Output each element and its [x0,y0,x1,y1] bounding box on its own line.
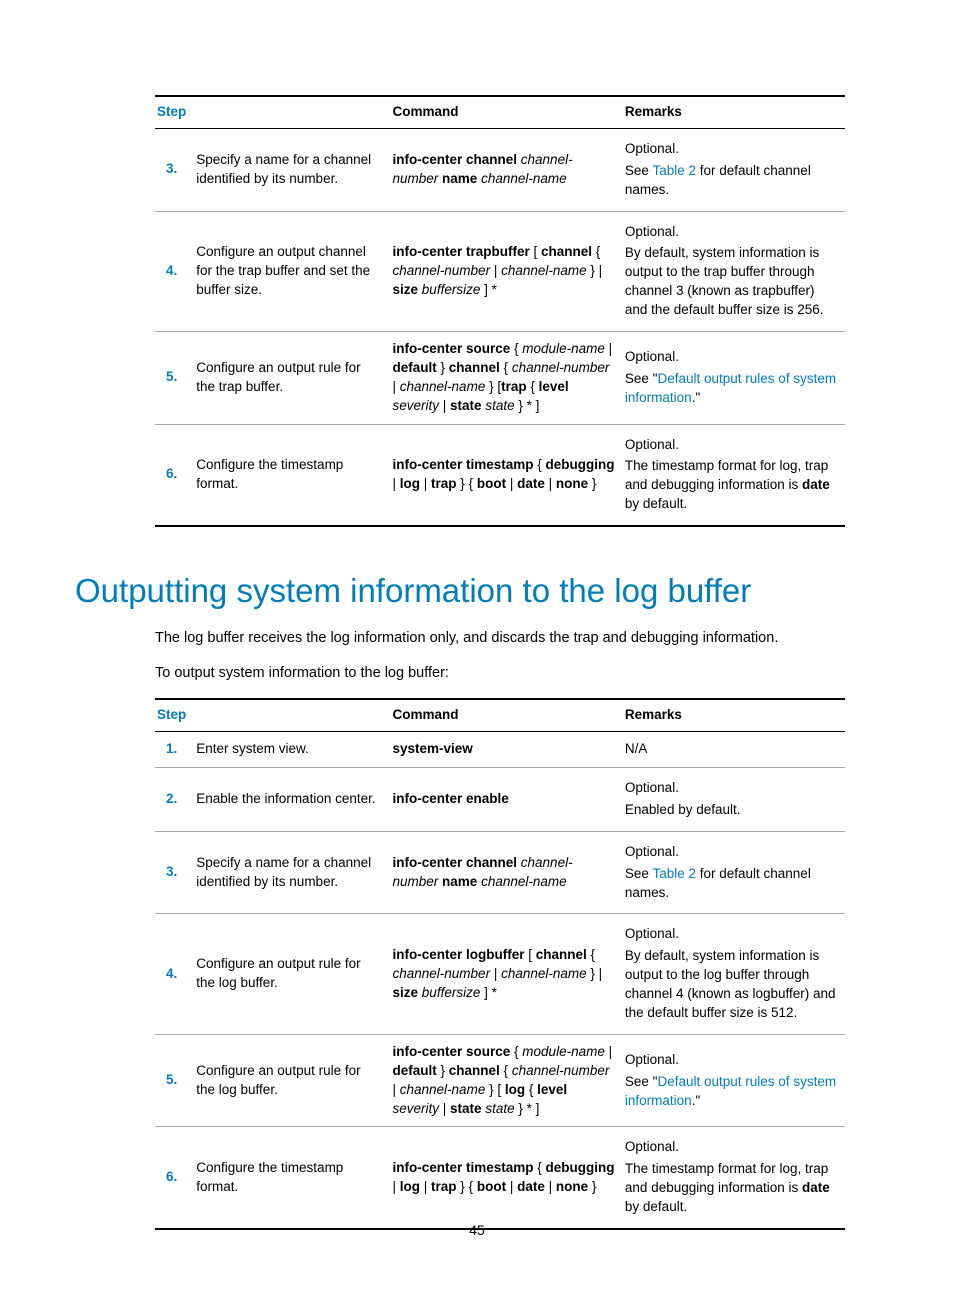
step-description: Specify a name for a channel identified … [194,831,390,914]
step-number: 3. [155,128,194,211]
col-remarks: Remarks [623,96,845,128]
remarks-cell: Optional.Enabled by default. [623,767,845,831]
step-description: Configure the timestamp format. [194,424,390,526]
table-row: 3.Specify a name for a channel identifie… [155,831,845,914]
intro-lead: To output system information to the log … [155,663,849,684]
step-description: Specify a name for a channel identified … [194,128,390,211]
step-number: 5. [155,332,194,425]
page-number: 45 [0,1222,954,1238]
default-rules-link[interactable]: Default output rules of system informati… [625,1074,836,1108]
step-description: Enter system view. [194,732,390,768]
col-command: Command [391,699,623,731]
step-number: 4. [155,914,194,1034]
trap-buffer-table: Step Command Remarks 3.Specify a name fo… [155,95,845,527]
step-description: Configure the timestamp format. [194,1127,390,1229]
step-description: Configure an output rule for the log buf… [194,1034,390,1127]
step-description: Enable the information center. [194,767,390,831]
log-buffer-table: Step Command Remarks 1.Enter system view… [155,698,845,1230]
command-cell: info-center trapbuffer [ channel { chann… [391,211,623,331]
remarks-cell: Optional.By default, system information … [623,914,845,1034]
step-number: 1. [155,732,194,768]
table-row: 5.Configure an output rule for the log b… [155,1034,845,1127]
remarks-cell: Optional.See "Default output rules of sy… [623,1034,845,1127]
command-cell: info-center source { module-name | defau… [391,332,623,425]
table2-link[interactable]: Table 2 [652,163,696,178]
remarks-cell: Optional.See "Default output rules of sy… [623,332,845,425]
step-number: 5. [155,1034,194,1127]
default-rules-link[interactable]: Default output rules of system informati… [625,371,836,405]
col-step: Step [155,699,391,731]
remarks-cell: Optional.See Table 2 for default channel… [623,831,845,914]
command-cell: info-center source { module-name | defau… [391,1034,623,1127]
step-number: 6. [155,1127,194,1229]
remarks-cell: Optional.By default, system information … [623,211,845,331]
section-heading: Outputting system information to the log… [75,572,849,610]
table-row: 5.Configure an output rule for the trap … [155,332,845,425]
remarks-cell: Optional.The timestamp format for log, t… [623,1127,845,1229]
step-description: Configure an output channel for the trap… [194,211,390,331]
col-step: Step [155,96,391,128]
table-row: 2.Enable the information center.info-cen… [155,767,845,831]
command-cell: info-center channel channel-number name … [391,128,623,211]
col-command: Command [391,96,623,128]
table2-link[interactable]: Table 2 [652,866,696,881]
remarks-cell: Optional.See Table 2 for default channel… [623,128,845,211]
table-row: 1.Enter system view.system-viewN/A [155,732,845,768]
command-cell: info-center enable [391,767,623,831]
remarks-cell: Optional.The timestamp format for log, t… [623,424,845,526]
table-row: 6.Configure the timestamp format.info-ce… [155,424,845,526]
command-cell: info-center logbuffer [ channel { channe… [391,914,623,1034]
table-row: 4.Configure an output channel for the tr… [155,211,845,331]
table-row: 4.Configure an output rule for the log b… [155,914,845,1034]
command-cell: info-center timestamp { debugging | log … [391,1127,623,1229]
step-description: Configure an output rule for the log buf… [194,914,390,1034]
table-row: 6.Configure the timestamp format.info-ce… [155,1127,845,1229]
step-number: 3. [155,831,194,914]
command-cell: system-view [391,732,623,768]
command-cell: info-center timestamp { debugging | log … [391,424,623,526]
step-number: 4. [155,211,194,331]
table-row: 3.Specify a name for a channel identifie… [155,128,845,211]
col-remarks: Remarks [623,699,845,731]
remarks-cell: N/A [623,732,845,768]
intro-paragraph: The log buffer receives the log informat… [155,628,849,649]
step-description: Configure an output rule for the trap bu… [194,332,390,425]
step-number: 2. [155,767,194,831]
step-number: 6. [155,424,194,526]
command-cell: info-center channel channel-number name … [391,831,623,914]
